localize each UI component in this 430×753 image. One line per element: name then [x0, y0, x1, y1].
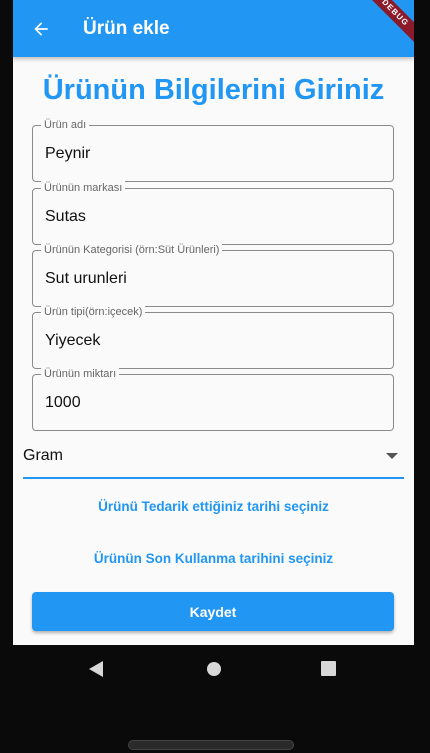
- unit-dropdown-value: Gram: [23, 447, 63, 464]
- phone-frame: Ürün ekle DEBUG Ürünün Bilgilerini Girin…: [0, 0, 430, 753]
- app-bar: Ürün ekle DEBUG: [13, 0, 414, 57]
- product-type-field[interactable]: Ürün tipi(örn:içecek) Yiyecek: [32, 305, 394, 369]
- home-circle-icon[interactable]: [206, 661, 222, 677]
- arrow-drop-down-icon: [386, 453, 398, 459]
- field-label: Ürünün Kategorisi (örn:Süt Ürünleri): [41, 243, 223, 257]
- field-label: Ürün adı: [41, 118, 90, 132]
- field-label: Ürünün markası: [41, 181, 126, 195]
- unit-dropdown[interactable]: Gram: [23, 438, 404, 479]
- field-value: Sutas: [45, 208, 86, 225]
- field-value: Yiyecek: [45, 332, 101, 349]
- app-bar-title: Ürün ekle: [83, 17, 170, 39]
- product-name-field[interactable]: Ürün adı Peynir: [32, 118, 394, 182]
- app-screen: Ürün ekle DEBUG Ürünün Bilgilerini Girin…: [13, 0, 414, 645]
- supply-date-button[interactable]: Ürünü Tedarik ettiğiniz tarihi seçiniz: [13, 499, 414, 514]
- product-quantity-field[interactable]: Ürünün miktarı 1000: [32, 367, 394, 431]
- device-bottom-bar: [128, 740, 294, 750]
- page-heading: Ürünün Bilgilerini Giriniz: [42, 74, 385, 106]
- product-category-field[interactable]: Ürünün Kategorisi (örn:Süt Ürünleri) Sut…: [32, 243, 394, 307]
- recents-square-icon[interactable]: [321, 661, 336, 676]
- save-button[interactable]: Kaydet: [32, 592, 394, 631]
- field-label: Ürünün miktarı: [41, 367, 120, 381]
- field-value: 1000: [45, 394, 81, 411]
- debug-banner: DEBUG: [358, 0, 414, 50]
- system-nav-bar: [0, 645, 430, 693]
- field-value: Peynir: [45, 145, 91, 162]
- back-button[interactable]: [13, 0, 69, 57]
- product-brand-field[interactable]: Ürünün markası Sutas: [32, 181, 394, 245]
- field-label: Ürün tipi(örn:içecek): [41, 305, 146, 319]
- back-triangle-icon[interactable]: [89, 661, 103, 677]
- field-value: Sut urunleri: [45, 270, 127, 287]
- arrow-back-icon: [34, 21, 48, 36]
- expiry-date-button[interactable]: Ürünün Son Kullanma tarihini seçiniz: [13, 551, 414, 566]
